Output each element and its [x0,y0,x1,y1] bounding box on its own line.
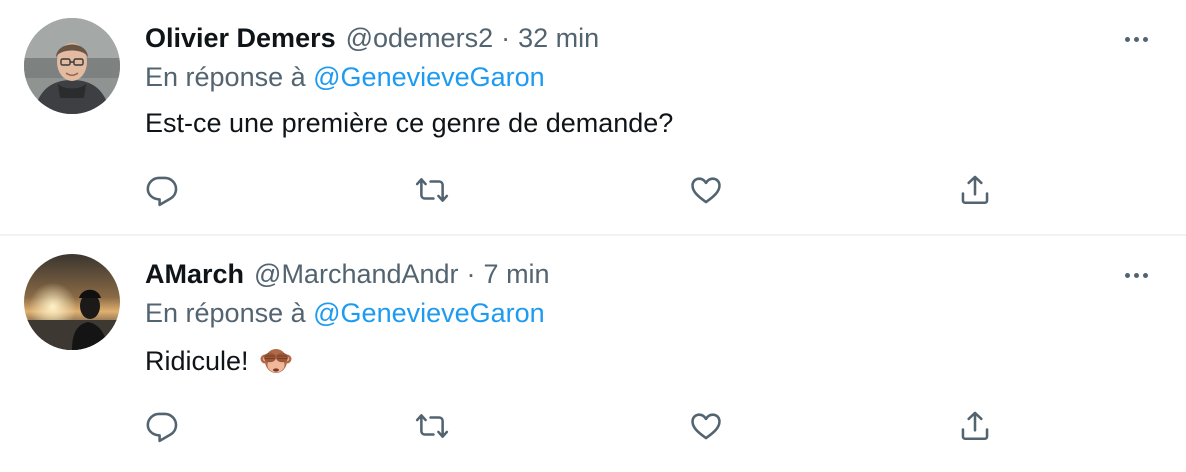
avatar[interactable] [24,254,120,350]
tweet-header: Olivier Demers @odemers2 · 32 min [145,18,599,58]
author-name[interactable]: Olivier Demers [145,23,336,54]
like-icon [691,413,721,440]
reply-mention-link[interactable]: @GenevieveGaron [313,298,545,328]
reply-context: En réponse à @GenevieveGaron [145,298,545,329]
retweet-icon [415,178,449,202]
more-dot [1142,36,1148,42]
more-dot [1133,272,1139,278]
retweet-icon [415,414,449,438]
tweet[interactable]: Olivier Demers @odemers2 · 32 min En rép… [0,0,1186,234]
like-button[interactable] [688,172,724,208]
more-dot [1142,272,1148,278]
share-icon [961,411,989,441]
reply-icon [146,176,178,207]
reply-prefix: En réponse à [145,298,306,328]
more-dot [1124,272,1130,278]
reply-context: En réponse à @GenevieveGaron [145,62,545,93]
tweet[interactable]: AMarch @MarchandAndr · 7 min En réponse … [0,236,1186,472]
share-button[interactable] [957,408,993,444]
reply-button[interactable] [144,408,180,444]
like-icon [691,177,721,204]
like-button[interactable] [688,408,724,444]
avatar[interactable] [24,18,120,114]
author-handle[interactable]: @MarchandAndr [254,259,459,290]
reply-icon [146,412,178,443]
tweet-text-content: Est-ce une première ce genre de demande? [145,108,674,138]
person-portrait-avatar [24,18,120,114]
more-options-button[interactable] [1116,263,1156,287]
reply-mention-link[interactable]: @GenevieveGaron [313,62,545,92]
share-button[interactable] [957,172,993,208]
see-no-evil-monkey-icon [259,344,293,378]
separator: · [466,258,476,289]
tweet-header: AMarch @MarchandAndr · 7 min [145,254,550,294]
tweet-text-content: Ridicule! [145,345,249,376]
more-dot [1124,36,1130,42]
retweet-button[interactable] [414,172,450,208]
timestamp[interactable]: 7 min [484,259,550,290]
reply-button[interactable] [144,172,180,208]
author-name[interactable]: AMarch [145,259,244,290]
retweet-button[interactable] [414,408,450,444]
separator: · [501,22,511,53]
reply-prefix: En réponse à [145,62,306,92]
author-handle[interactable]: @odemers2 [346,23,493,54]
more-dot [1133,36,1139,42]
tweet-text: Ridicule! [145,344,293,378]
sunset-silhouette-avatar [24,254,120,350]
timestamp[interactable]: 32 min [518,23,599,54]
share-icon [961,175,989,205]
more-options-button[interactable] [1116,27,1156,51]
tweet-text: Est-ce une première ce genre de demande? [145,108,673,139]
